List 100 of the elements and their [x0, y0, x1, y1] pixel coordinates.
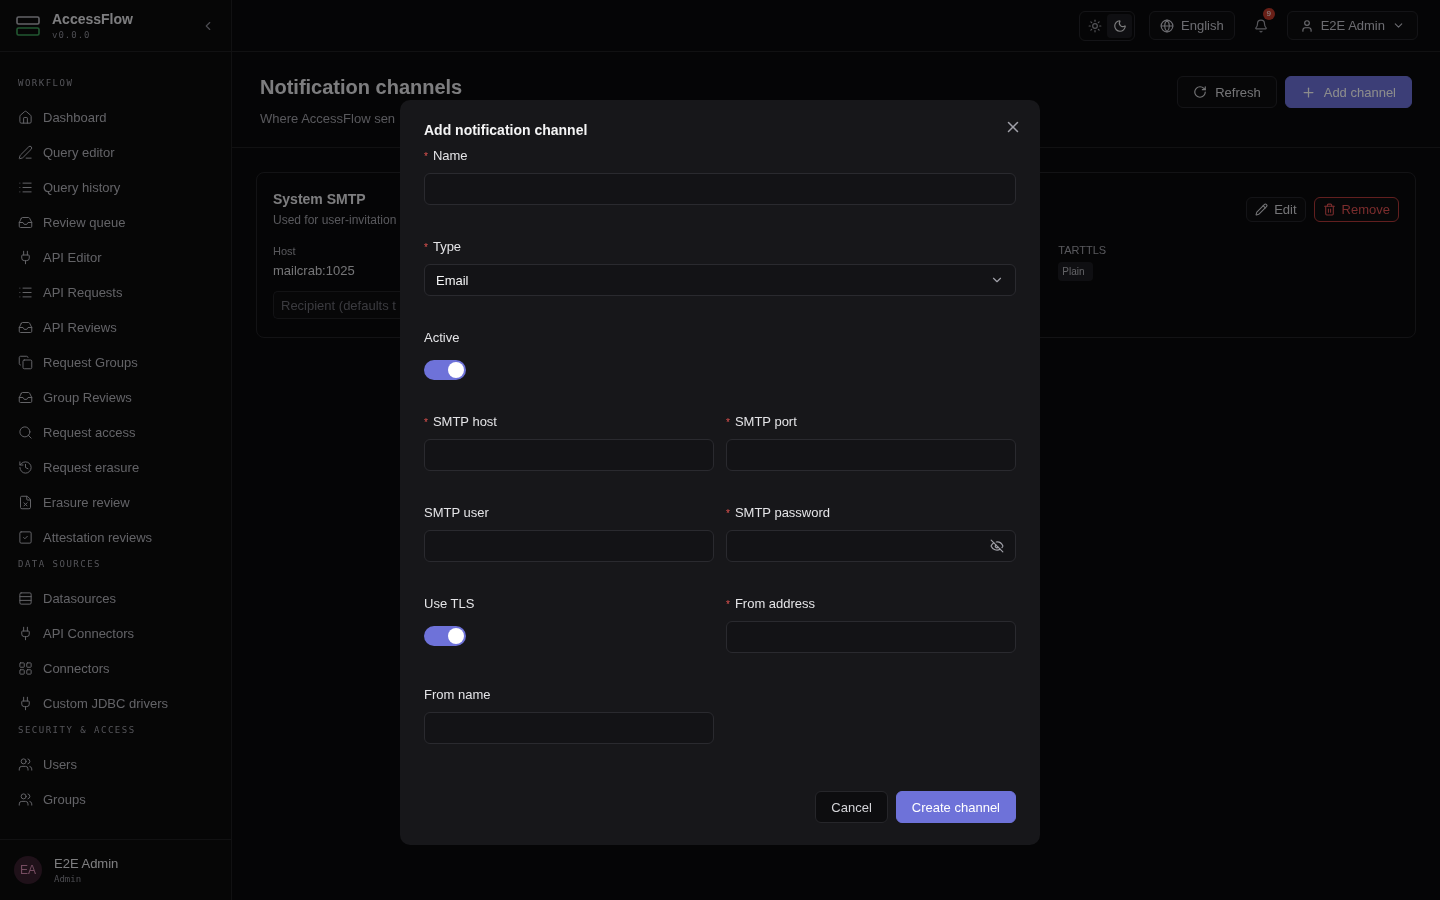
nav-item[interactable]: API Reviews	[8, 310, 223, 345]
channel-name: System SMTP	[273, 191, 367, 207]
toggle-switch[interactable]	[424, 360, 466, 380]
nav-item[interactable]: Datasources	[8, 581, 223, 616]
nav-item[interactable]: Erasure review	[8, 485, 223, 520]
user-role: Admin	[54, 874, 83, 884]
field-label: Host	[273, 245, 297, 257]
avatar: EA	[14, 856, 42, 884]
plus-icon	[1300, 84, 1316, 100]
text-field[interactable]	[424, 530, 714, 562]
section-title: WORKFLOW	[18, 78, 74, 88]
field-label: SMTP port	[734, 414, 797, 429]
field-label: SMTP user	[424, 505, 489, 520]
user-name: E2E Admin	[54, 856, 120, 871]
required-mark: *	[726, 417, 730, 428]
nav-item[interactable]: Connectors	[8, 651, 223, 686]
inbox-icon	[18, 390, 33, 405]
plug-icon	[18, 250, 33, 265]
nav-item[interactable]: Request access	[8, 415, 223, 450]
nav-item[interactable]: Users	[8, 747, 223, 782]
plug-icon	[18, 626, 33, 641]
field-label: Type	[432, 239, 462, 254]
required-mark: *	[424, 242, 428, 253]
nav-item[interactable]: Review queue	[8, 205, 223, 240]
field-label: From name	[424, 687, 491, 702]
grid-icon	[18, 661, 33, 676]
nav-item[interactable]: Custom JDBC drivers	[8, 686, 223, 721]
nav-item[interactable]: API Connectors	[8, 616, 223, 651]
text-field[interactable]	[726, 439, 1016, 471]
inbox-icon	[18, 215, 33, 230]
required-mark: *	[726, 508, 730, 519]
file-icon	[18, 495, 33, 510]
add-button[interactable]: Add channel	[1284, 76, 1412, 108]
list-icon	[18, 180, 33, 195]
text-field[interactable]	[424, 712, 714, 744]
text-field[interactable]	[424, 439, 714, 471]
cancel-button[interactable]: Cancel	[815, 791, 888, 823]
bell-icon	[1253, 18, 1268, 33]
field-label: From address	[734, 596, 816, 611]
eye-off-icon[interactable]	[990, 539, 1004, 553]
field-label: SMTP host	[432, 414, 497, 429]
globe-icon	[1160, 18, 1175, 33]
refresh-button[interactable]: Refresh	[1177, 76, 1277, 108]
brand-name: AccessFlow	[52, 11, 134, 27]
language-button[interactable]: English	[1149, 11, 1235, 40]
pencil-icon	[18, 145, 33, 160]
logo-icon	[16, 14, 40, 37]
required-mark: *	[726, 599, 730, 610]
nav-item[interactable]: Groups	[8, 782, 223, 817]
version-text: v0.0.0	[52, 30, 92, 40]
nav-item[interactable]: Query history	[8, 170, 223, 205]
nav-item[interactable]: Request Groups	[8, 345, 223, 380]
home-icon	[18, 110, 33, 125]
page-title: Notification channels	[260, 76, 463, 99]
nav-item[interactable]: Query editor	[8, 135, 223, 170]
toggle-switch[interactable]	[424, 626, 466, 646]
field-label: SMTP password	[734, 505, 831, 520]
nav-item[interactable]: Request erasure	[8, 450, 223, 485]
checkbox-icon	[18, 530, 33, 545]
trash-icon	[1322, 203, 1336, 216]
user-menu[interactable]: E2E Admin	[1286, 11, 1418, 40]
search-icon	[18, 425, 33, 440]
type-select[interactable]: Email	[424, 264, 1016, 296]
inbox-icon	[18, 320, 33, 335]
page-subtitle: Where AccessFlow sen	[260, 111, 397, 126]
dialog-title: Add notification channel	[424, 122, 588, 138]
sun-icon	[1087, 18, 1102, 33]
create-button[interactable]: Create channel	[895, 791, 1016, 823]
field-label: Use TLS	[424, 596, 475, 611]
theme-button[interactable]	[1107, 13, 1133, 38]
nav-item[interactable]: API Requests	[8, 275, 223, 310]
password-field[interactable]	[726, 530, 1016, 562]
remove-button[interactable]: Remove	[1313, 197, 1399, 222]
text-field[interactable]	[726, 621, 1016, 653]
field-label: Name	[432, 148, 468, 163]
section-title: DATA SOURCES	[18, 559, 102, 569]
host-value: mailcrab:1025	[273, 263, 356, 278]
nav-item[interactable]: API Editor	[8, 240, 223, 275]
rows-icon	[18, 591, 33, 606]
field-label: Active	[424, 330, 460, 345]
mode-tag: Plain	[1058, 262, 1093, 281]
notification-badge: 9	[1262, 7, 1275, 20]
required-mark: *	[424, 417, 428, 428]
field-label: TARTTLS	[1058, 244, 1107, 256]
pencil-icon	[1255, 203, 1269, 216]
user-icon	[1299, 18, 1314, 33]
history-icon	[18, 460, 33, 475]
text-field[interactable]	[424, 173, 1016, 205]
required-mark: *	[424, 151, 428, 162]
users-icon	[18, 792, 33, 807]
list-icon	[18, 285, 33, 300]
users-icon	[18, 757, 33, 772]
nav-item[interactable]: Dashboard	[8, 100, 223, 135]
nav-item[interactable]: Attestation reviews	[8, 520, 223, 555]
edit-button[interactable]: Edit	[1246, 197, 1306, 222]
channel-description: Used for user-invitation	[273, 213, 398, 227]
moon-icon	[1112, 18, 1127, 33]
copy-icon	[18, 355, 33, 370]
section-title: SECURITY & ACCESS	[18, 725, 136, 735]
nav-item[interactable]: Group Reviews	[8, 380, 223, 415]
